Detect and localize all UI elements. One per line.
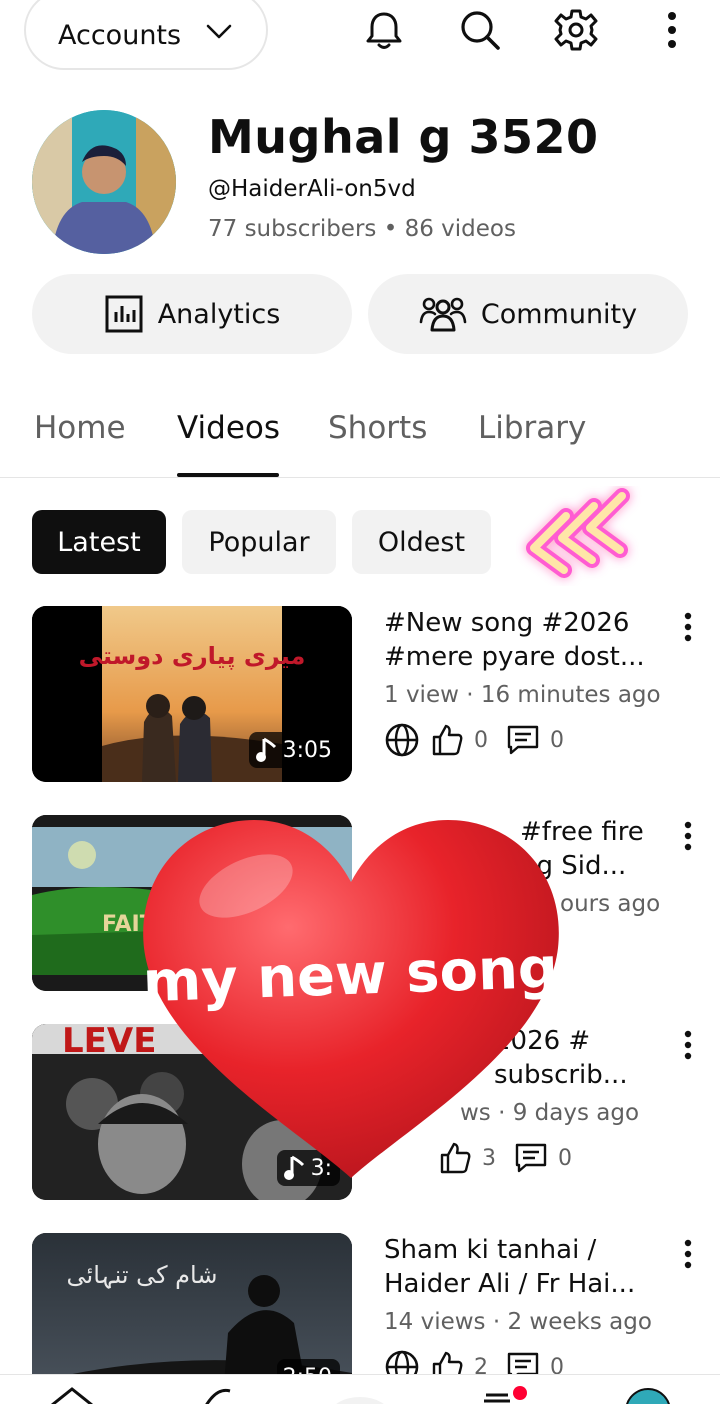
more-vertical-icon[interactable]: [660, 8, 684, 52]
like-count: 2: [474, 1354, 488, 1375]
more-vertical-icon[interactable]: [676, 819, 700, 853]
video-item[interactable]: میری پیاری دوستی 3:05 #New song #2026 #m…: [0, 606, 720, 786]
duration-text: 2:50: [283, 1365, 332, 1375]
bell-icon[interactable]: [362, 8, 406, 52]
channel-handle: @HaiderAli-on5vd: [208, 176, 416, 202]
comment-count: 0: [550, 727, 564, 753]
duration-text: 3:05: [282, 737, 332, 763]
accounts-label: Accounts: [58, 19, 182, 51]
channel-name: Mughal g 3520: [208, 110, 599, 164]
create-icon[interactable]: [330, 1385, 390, 1404]
tab-videos[interactable]: Videos: [177, 410, 280, 446]
music-note-icon: [255, 737, 276, 762]
channel-tabs: Home Videos Shorts Library: [0, 400, 720, 478]
video-stats-row: 2 0: [384, 1349, 572, 1374]
analytics-icon: [105, 295, 143, 333]
avatar-image: [32, 110, 176, 254]
shorts-icon[interactable]: [196, 1385, 236, 1404]
video-meta: 14 views · 2 weeks ago: [384, 1309, 652, 1335]
home-icon[interactable]: [48, 1385, 96, 1404]
community-icon: [419, 297, 467, 332]
like-count: 0: [474, 727, 488, 753]
video-meta: ours ago: [560, 891, 661, 917]
comment-count: 0: [550, 1354, 564, 1375]
thumbnail-text: شام کی تنہائی: [67, 1261, 218, 1289]
analytics-label: Analytics: [157, 298, 281, 330]
duration-badge: 3:05: [248, 732, 340, 768]
thumbnail-image: شام کی تنہائی: [32, 1233, 352, 1374]
accounts-dropdown[interactable]: Accounts: [24, 0, 268, 70]
tab-home[interactable]: Home: [34, 410, 126, 446]
more-vertical-icon[interactable]: [676, 610, 700, 644]
video-stats-row: 0 0: [384, 722, 572, 758]
video-thumbnail[interactable]: میری پیاری دوستی 3:05: [32, 606, 352, 782]
video-item[interactable]: شام کی تنہائی 2:50 Sham ki tanhai / Haid…: [0, 1233, 720, 1374]
video-meta: 1 view · 16 minutes ago: [384, 682, 661, 708]
video-title[interactable]: #New song #2026 #mere pyare dost...: [384, 606, 664, 674]
duration-badge: 2:50: [276, 1359, 340, 1375]
thumbs-up-icon: [432, 724, 463, 756]
chevron-down-icon: [206, 24, 232, 39]
heart-sticker: my new song: [142, 820, 559, 1178]
channel-stats: 77 subscribers • 86 videos: [208, 216, 516, 242]
more-vertical-icon[interactable]: [676, 1237, 700, 1271]
comment-icon: [507, 1352, 539, 1374]
you-avatar-icon[interactable]: [624, 1385, 672, 1404]
bottom-nav: [0, 1374, 720, 1404]
thumbnail-text: میری پیاری دوستی: [79, 642, 306, 670]
chevrons-sticker: [526, 488, 630, 578]
globe-icon: [385, 1350, 419, 1374]
channel-avatar[interactable]: [32, 110, 176, 254]
tab-shorts[interactable]: Shorts: [328, 410, 427, 446]
active-tab-indicator: [177, 473, 279, 477]
community-label: Community: [480, 298, 638, 330]
globe-icon: [385, 723, 419, 757]
more-vertical-icon[interactable]: [676, 1028, 700, 1062]
gear-icon[interactable]: [554, 8, 598, 52]
video-title[interactable]: Sham ki tanhai / Haider Ali / Fr Hai...: [384, 1233, 664, 1301]
tab-library[interactable]: Library: [478, 410, 586, 446]
chip-oldest[interactable]: Oldest: [352, 510, 491, 574]
chip-popular[interactable]: Popular: [182, 510, 336, 574]
community-button[interactable]: Community: [368, 274, 688, 354]
search-icon[interactable]: [458, 8, 502, 52]
comment-icon: [507, 725, 539, 755]
thumbs-up-icon: [432, 1351, 463, 1374]
chip-latest[interactable]: Latest: [32, 510, 166, 574]
top-bar: Accounts: [0, 0, 720, 70]
subscriptions-icon[interactable]: [482, 1385, 532, 1404]
video-thumbnail[interactable]: شام کی تنہائی 2:50: [32, 1233, 352, 1374]
analytics-button[interactable]: Analytics: [32, 274, 352, 354]
